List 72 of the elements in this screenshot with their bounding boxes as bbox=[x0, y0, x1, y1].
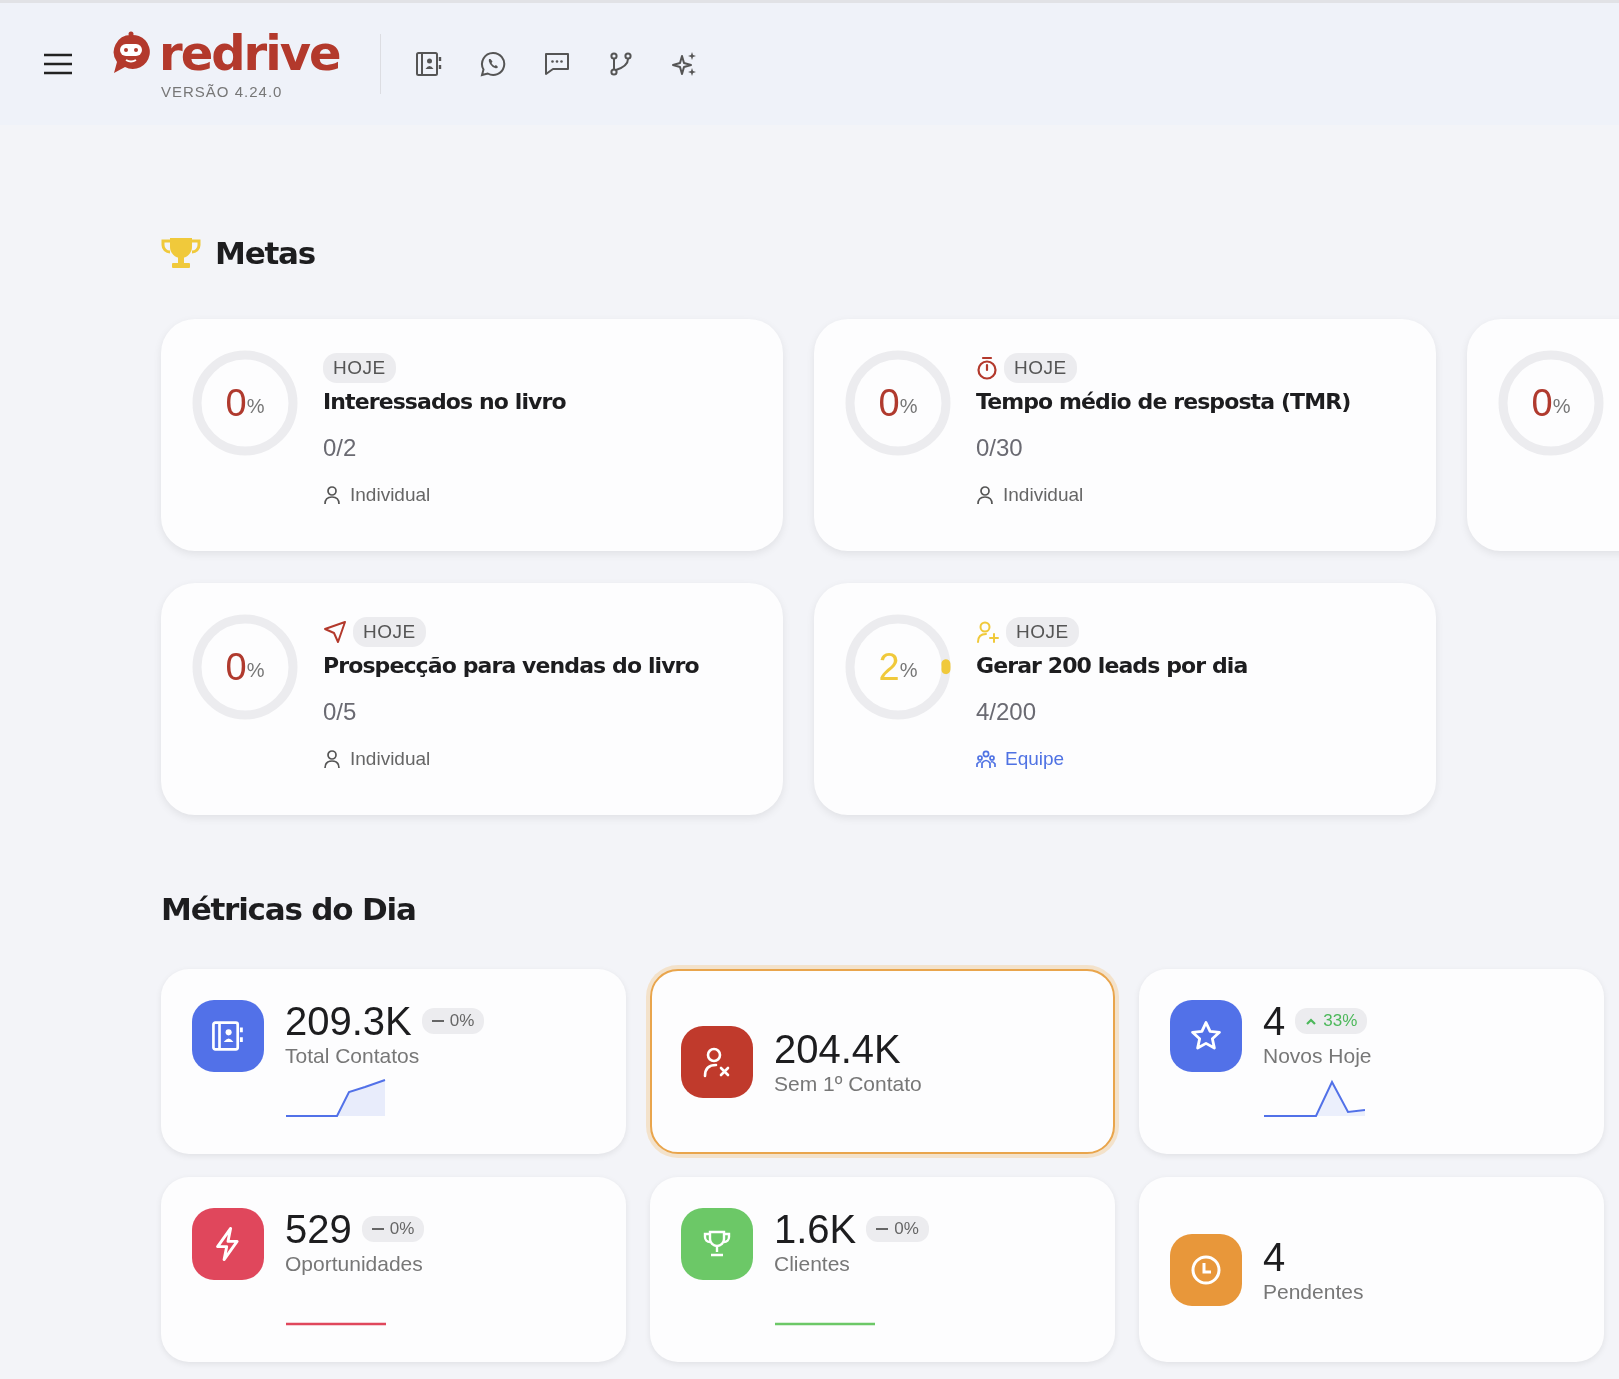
metric-label: Clientes bbox=[774, 1252, 850, 1276]
change-badge: 0% bbox=[361, 1216, 425, 1242]
percent-sign: % bbox=[1552, 394, 1571, 418]
metric-label: Pendentes bbox=[1263, 1279, 1364, 1304]
goal-progress: 0/30 bbox=[976, 434, 1023, 462]
person-icon bbox=[976, 485, 994, 505]
lightning-icon bbox=[215, 1227, 241, 1261]
metric-label: Oportunidades bbox=[285, 1252, 423, 1276]
branch-icon bbox=[607, 51, 634, 77]
caret-up-icon bbox=[1305, 1017, 1318, 1025]
period-badge: HOJE bbox=[1006, 617, 1079, 647]
whatsapp-icon bbox=[479, 51, 506, 77]
goal-title: Gerar 200 leads por dia bbox=[976, 653, 1248, 678]
dash-icon bbox=[431, 1019, 444, 1023]
message-icon bbox=[543, 51, 570, 77]
team-icon bbox=[976, 749, 996, 769]
goal-title: Tempo médio de resposta (TMR) bbox=[976, 389, 1351, 414]
clock-icon bbox=[1190, 1253, 1222, 1286]
dash-icon bbox=[876, 1227, 889, 1231]
change-badge: 33% bbox=[1295, 1008, 1368, 1034]
goal-title: Prospecção para vendas do livro bbox=[323, 653, 699, 678]
brand-name: redrive bbox=[159, 28, 340, 77]
percent-value: 0 bbox=[225, 381, 247, 425]
person-icon bbox=[323, 749, 341, 769]
period-badge: HOJE bbox=[353, 617, 426, 647]
version-label: VERSÃO 4.24.0 bbox=[161, 82, 283, 100]
menu-icon bbox=[43, 52, 73, 76]
goal-progress: 0/2 bbox=[323, 434, 357, 462]
goal-scope: Equipe bbox=[1005, 748, 1065, 770]
user-remove-icon bbox=[702, 1045, 732, 1078]
goal-scope: Individual bbox=[1003, 484, 1084, 506]
metric-label: Novos Hoje bbox=[1263, 1044, 1372, 1068]
percent-value: 0 bbox=[1531, 381, 1553, 425]
period-badge: HOJE bbox=[1004, 353, 1077, 383]
goal-title: Interessados no livro bbox=[323, 389, 566, 414]
goal-scope: Individual bbox=[350, 484, 431, 506]
address-book-icon bbox=[211, 1020, 245, 1052]
percent-value: 2 bbox=[878, 645, 900, 689]
percent-value: 0 bbox=[225, 645, 247, 689]
percent-sign: % bbox=[246, 394, 265, 418]
stopwatch-icon bbox=[976, 356, 998, 380]
section-title: Metas bbox=[215, 235, 316, 271]
metric-value: 4 bbox=[1263, 1235, 1286, 1278]
goal-progress: 0/5 bbox=[323, 698, 357, 726]
change-badge: 0% bbox=[421, 1008, 485, 1034]
dash-icon bbox=[371, 1227, 384, 1231]
metric-value: 209.3K bbox=[285, 1000, 412, 1042]
percent-value: 0 bbox=[878, 381, 900, 425]
robot-logo-icon bbox=[111, 30, 151, 75]
trophy-icon bbox=[161, 236, 201, 270]
section-title: Métricas do Dia bbox=[161, 891, 417, 927]
contacts-button[interactable] bbox=[413, 49, 444, 79]
user-plus-icon bbox=[976, 620, 1000, 644]
metric-value: 1.6K bbox=[774, 1208, 857, 1250]
menu-button[interactable] bbox=[43, 52, 73, 76]
metric-value: 529 bbox=[285, 1208, 352, 1250]
address-book-icon bbox=[414, 51, 443, 77]
metric-label: Total Contatos bbox=[285, 1044, 420, 1068]
metric-label: Sem 1º Contato bbox=[774, 1071, 922, 1096]
goal-scope: Individual bbox=[350, 748, 431, 770]
percent-sign: % bbox=[899, 394, 918, 418]
goal-progress: 4/200 bbox=[976, 698, 1037, 726]
metric-value: 204.4K bbox=[774, 1027, 901, 1070]
star-icon bbox=[1189, 1019, 1223, 1053]
percent-sign: % bbox=[246, 658, 265, 682]
trophy-icon bbox=[701, 1229, 733, 1259]
metric-value: 4 bbox=[1263, 1000, 1286, 1042]
person-icon bbox=[323, 485, 341, 505]
change-badge: 0% bbox=[866, 1216, 929, 1242]
period-badge: HOJE bbox=[323, 353, 396, 383]
send-icon bbox=[323, 620, 347, 644]
percent-sign: % bbox=[899, 658, 918, 682]
